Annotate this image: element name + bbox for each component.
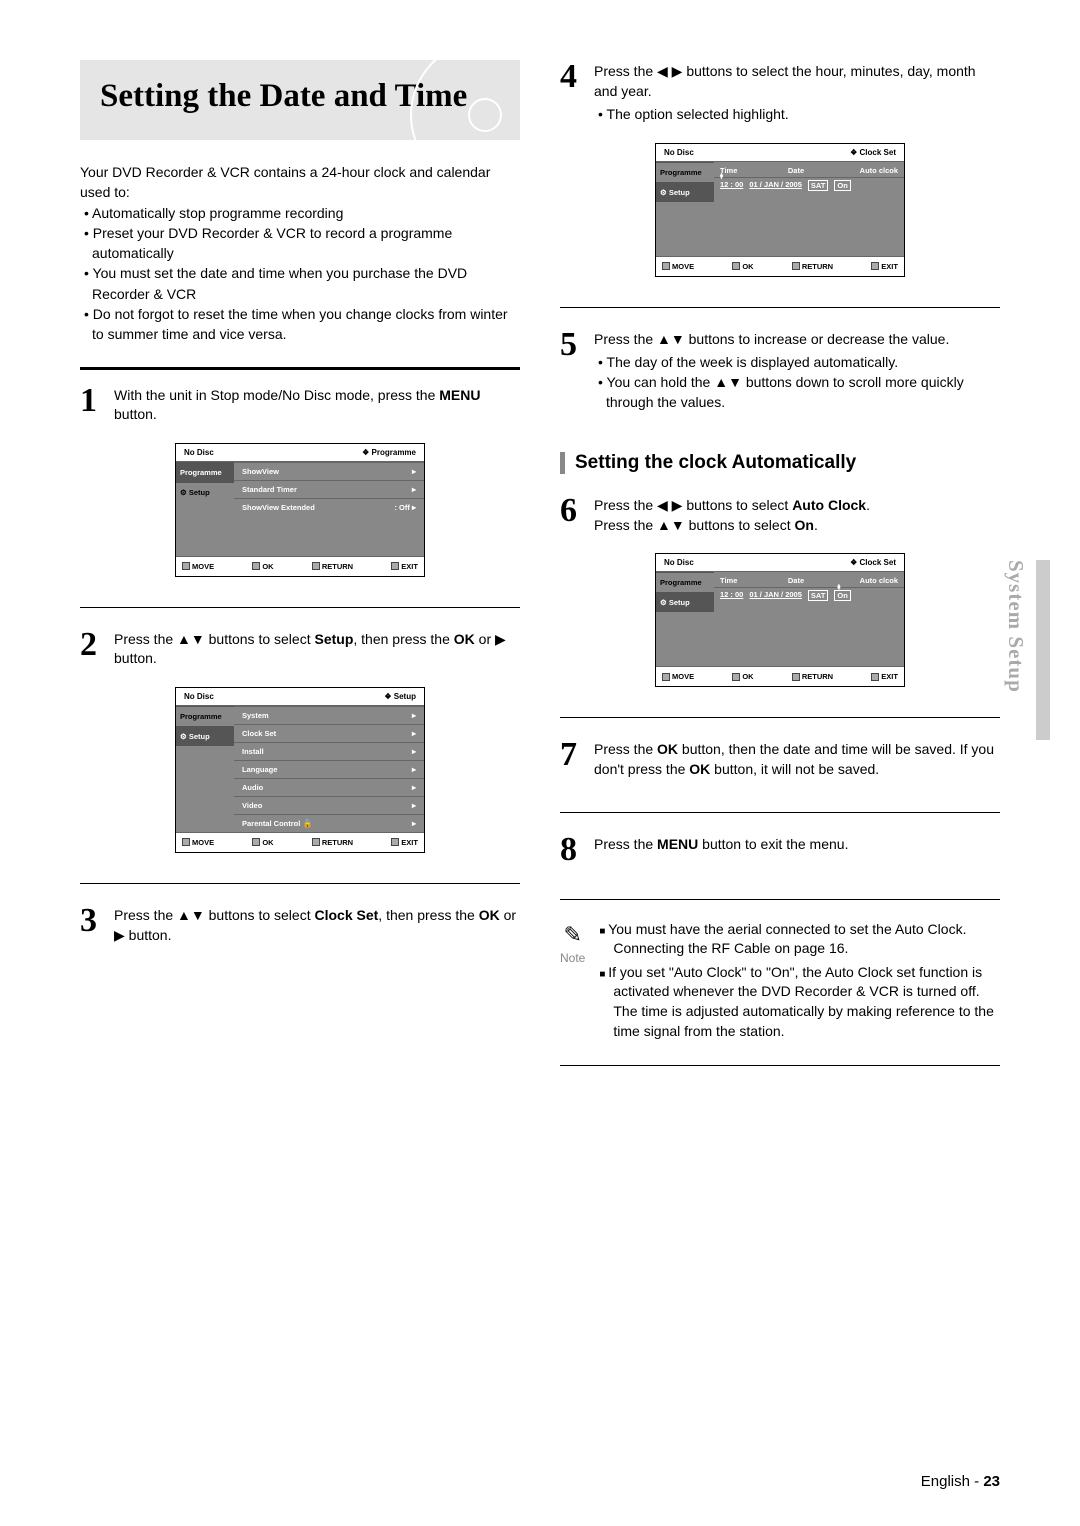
divider xyxy=(560,717,1000,718)
intro-item: Preset your DVD Recorder & VCR to record… xyxy=(86,223,520,264)
step-8: 8 Press the MENU button to exit the menu… xyxy=(560,833,1000,867)
divider xyxy=(80,883,520,884)
step-number: 1 xyxy=(80,384,104,425)
note-item: If you set "Auto Clock" to "On", the Aut… xyxy=(599,963,1000,1041)
step-number: 3 xyxy=(80,904,104,945)
accent-bar xyxy=(560,452,565,474)
note-label: ✎ Note xyxy=(560,920,585,1046)
subheading: Setting the clock Automatically xyxy=(560,452,1000,474)
osd-row: ShowView▸ xyxy=(234,462,424,480)
left-column: Setting the Date and Time Your DVD Recor… xyxy=(80,60,520,1066)
osd-status: No Disc xyxy=(184,448,214,457)
step-3: 3 Press the ▲▼ buttons to select Clock S… xyxy=(80,904,520,945)
step-text: Press the ▲▼ buttons to select Setup, th… xyxy=(114,628,520,669)
osd-screenshot-setup: No Disc ❖ Setup Programme ⚙ Setup System… xyxy=(175,687,425,853)
step-6: 6 Press the ◀ ▶ buttons to select Auto C… xyxy=(560,494,1000,535)
osd-row: Standard Timer▸ xyxy=(234,480,424,498)
osd-screenshot-clockset-2: No Disc ❖ Clock Set Programme ⚙ Setup Ti… xyxy=(655,553,905,687)
intro-block: Your DVD Recorder & VCR contains a 24-ho… xyxy=(80,162,520,345)
disc-graphic xyxy=(410,60,520,140)
divider xyxy=(560,307,1000,308)
note-icon: ✎ xyxy=(560,920,585,951)
note-item: You must have the aerial connected to se… xyxy=(599,920,1000,959)
step-4: 4 Press the ◀ ▶ buttons to select the ho… xyxy=(560,60,1000,125)
intro-item: You must set the date and time when you … xyxy=(86,263,520,304)
osd-tab-programme: Programme xyxy=(176,462,234,482)
page-footer: English - 23 xyxy=(921,1473,1000,1490)
divider xyxy=(560,812,1000,813)
osd-screenshot-programme: No Disc ❖ Programme Programme ⚙ Setup Sh… xyxy=(175,443,425,577)
section-title-box: Setting the Date and Time xyxy=(80,60,520,140)
intro-lead: Your DVD Recorder & VCR contains a 24-ho… xyxy=(80,162,520,203)
right-column: 4 Press the ◀ ▶ buttons to select the ho… xyxy=(560,60,1000,1066)
divider xyxy=(560,1065,1000,1066)
step-text: Press the ▲▼ buttons to select Clock Set… xyxy=(114,904,520,945)
note-box: ✎ Note You must have the aerial connecte… xyxy=(560,920,1000,1046)
osd-title: ❖ Programme xyxy=(362,448,416,457)
step-number: 2 xyxy=(80,628,104,669)
divider xyxy=(80,607,520,608)
osd-tab-setup: ⚙ Setup xyxy=(176,482,234,502)
step-7: 7 Press the OK button, then the date and… xyxy=(560,738,1000,779)
step-text: With the unit in Stop mode/No Disc mode,… xyxy=(114,384,520,425)
lock-icon: 🔒 xyxy=(302,819,312,828)
osd-row: ShowView Extended: Off ▸ xyxy=(234,498,424,516)
intro-item: Automatically stop programme recording xyxy=(86,203,520,223)
divider xyxy=(560,899,1000,900)
side-tab: System Setup xyxy=(1003,560,1050,740)
divider xyxy=(80,367,520,370)
step-1: 1 With the unit in Stop mode/No Disc mod… xyxy=(80,384,520,425)
osd-screenshot-clockset-1: No Disc ❖ Clock Set Programme ⚙ Setup Ti… xyxy=(655,143,905,277)
intro-item: Do not forgot to reset the time when you… xyxy=(86,304,520,345)
step-5: 5 Press the ▲▼ buttons to increase or de… xyxy=(560,328,1000,412)
step-2: 2 Press the ▲▼ buttons to select Setup, … xyxy=(80,628,520,669)
